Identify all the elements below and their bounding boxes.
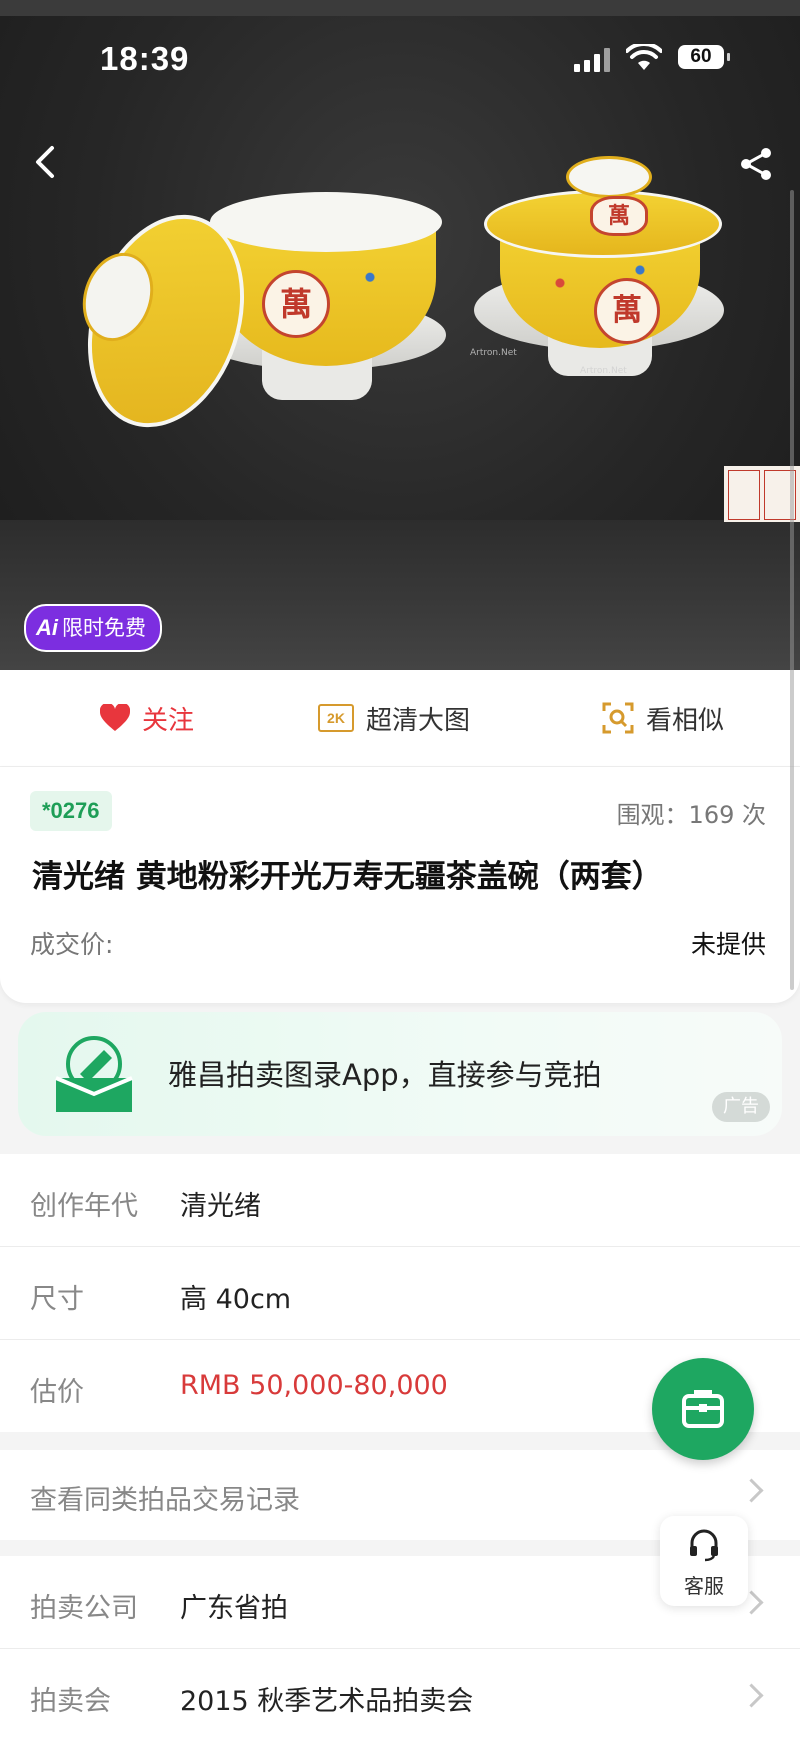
product-image[interactable]: 萬 萬 萬 Artron.Net Artron.Net 18:39 60 Ai …: [0, 0, 800, 670]
hd-image-button[interactable]: 2K 超清大图: [318, 670, 470, 766]
headset-icon: [690, 1529, 718, 1562]
cup-rim-left: [210, 192, 442, 252]
briefcase-fab-button[interactable]: [652, 1358, 754, 1460]
estimate-value: RMB 50,000-80,000: [180, 1370, 448, 1401]
follow-label: 关注: [142, 705, 195, 736]
wifi-icon: [626, 44, 662, 70]
hd-2k-icon: 2K: [318, 704, 354, 732]
similar-records-label: 查看同类拍品交易记录: [30, 1485, 300, 1516]
top-edge: [0, 0, 800, 16]
ad-tag: 广告: [712, 1092, 770, 1122]
ai-free-badge[interactable]: Ai 限时免费: [24, 604, 162, 652]
heart-icon: [100, 704, 130, 731]
medal-right-lid: 萬: [590, 196, 648, 236]
briefcase-icon: [682, 1390, 724, 1428]
medal-left: 萬: [262, 270, 330, 338]
artron-app-logo-icon: [55, 1036, 133, 1112]
detail-key: 估价: [30, 1377, 84, 1408]
medal-right: 萬: [594, 278, 660, 344]
view-similar-button[interactable]: 看相似: [602, 670, 724, 766]
detail-key: 尺寸: [30, 1284, 84, 1315]
watermark: Artron.Net: [470, 348, 517, 358]
detail-key: 拍卖会: [30, 1686, 111, 1717]
status-bar: 18:39 60: [0, 40, 800, 80]
watermark: Artron.Net: [580, 366, 627, 376]
ai-mark: Ai: [36, 615, 58, 640]
lid-knob-right: [566, 156, 652, 198]
customer-service-button[interactable]: 客服: [660, 1516, 748, 1606]
lot-number-badge: *0276: [30, 791, 112, 831]
lot-info-card: *0276 围观：169 次 清光绪 黄地粉彩开光万寿无疆茶盖碗（两套） 成交价…: [0, 767, 800, 1003]
status-time: 18:39: [100, 40, 190, 77]
battery-icon: 60: [678, 45, 730, 69]
ad-banner[interactable]: 雅昌拍卖图录App，直接参与竞拍 广告: [18, 1012, 782, 1136]
detail-key: 拍卖公司: [30, 1593, 138, 1624]
chevron-right-icon: [739, 1683, 764, 1708]
detail-key: 创作年代: [30, 1191, 138, 1222]
chevron-right-icon: [739, 1478, 764, 1503]
detail-value: 清光绪: [180, 1191, 261, 1222]
detail-value: 高 40cm: [180, 1284, 292, 1315]
action-bar: 关注 2K 超清大图 看相似: [0, 670, 800, 767]
back-icon[interactable]: [28, 142, 64, 182]
ai-badge-label: 限时免费: [62, 616, 146, 640]
follow-button[interactable]: 关注: [100, 670, 194, 766]
service-label: 客服: [684, 1574, 724, 1598]
auction-session: 2015 秋季艺术品拍卖会: [180, 1686, 474, 1717]
hd-image-label: 超清大图: [366, 705, 471, 736]
detail-row-size: 尺寸 高 40cm: [0, 1247, 800, 1340]
price-value: 未提供: [690, 930, 766, 959]
price-label: 成交价:: [30, 930, 114, 959]
ad-text: 雅昌拍卖图录App，直接参与竞拍: [168, 1058, 602, 1092]
detail-row-era: 创作年代 清光绪: [0, 1154, 800, 1247]
share-icon[interactable]: [738, 146, 774, 182]
view-similar-label: 看相似: [646, 705, 725, 736]
lot-title: 清光绪 黄地粉彩开光万寿无疆茶盖碗（两套）: [32, 859, 663, 895]
scrollbar[interactable]: [790, 190, 794, 990]
auction-session-row[interactable]: 拍卖会 2015 秋季艺术品拍卖会: [0, 1649, 800, 1741]
image-search-icon: [602, 702, 634, 734]
auction-company: 广东省拍: [180, 1593, 288, 1624]
view-count: 围观：169 次: [616, 801, 766, 829]
reign-mark-seal: [724, 466, 800, 522]
signal-icon: [574, 48, 614, 72]
